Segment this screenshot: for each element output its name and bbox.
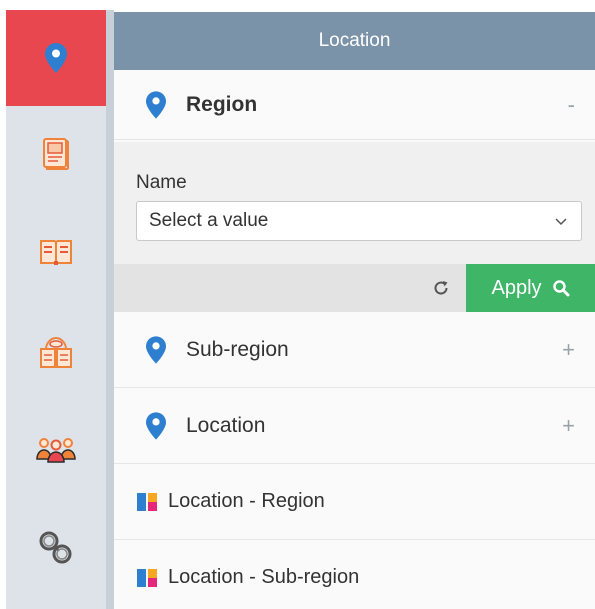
location-section-header[interactable]: Location +: [114, 388, 595, 464]
reset-button[interactable]: [429, 276, 453, 300]
reading-book-icon: [40, 336, 72, 368]
people-group-icon: [36, 438, 76, 463]
location-panel: Location Region - Name Select a value Ap…: [114, 12, 595, 609]
expand-toggle[interactable]: +: [562, 337, 575, 363]
sidebar-item-reading[interactable]: [6, 304, 106, 400]
name-select[interactable]: Select a value: [136, 201, 582, 241]
search-icon: [552, 280, 570, 297]
report-icon: [136, 491, 158, 513]
map-pin-icon: [144, 335, 168, 364]
panel-title: Location: [114, 12, 595, 70]
report-location-subregion[interactable]: Location - Sub-region: [114, 540, 595, 609]
sidebar-item-location[interactable]: [6, 10, 106, 106]
sidebar-item-document[interactable]: [6, 106, 106, 202]
report-icon: [136, 567, 158, 589]
region-section-header[interactable]: Region -: [114, 70, 595, 140]
report-label: Location - Sub-region: [168, 566, 360, 588]
filter-actions: Apply: [114, 264, 595, 312]
location-label: Location: [186, 413, 266, 437]
expand-toggle[interactable]: +: [562, 413, 575, 439]
sidebar-item-justice[interactable]: [6, 500, 106, 596]
sidebar-item-people[interactable]: [6, 402, 106, 498]
select-value: Select a value: [149, 210, 269, 231]
refresh-icon: [434, 281, 448, 295]
report-location-region[interactable]: Location - Region: [114, 464, 595, 540]
book-page-icon: [43, 138, 69, 170]
name-label: Name: [136, 172, 187, 193]
collapse-toggle[interactable]: -: [568, 92, 575, 118]
apply-label: Apply: [491, 276, 542, 299]
handcuffs-icon: [39, 531, 72, 564]
subregion-section-header[interactable]: Sub-region +: [114, 312, 595, 388]
map-pin-icon: [144, 411, 168, 440]
apply-button[interactable]: Apply: [466, 264, 595, 312]
open-book-icon: [40, 240, 72, 266]
region-label: Region: [186, 92, 258, 116]
left-sidebar: [6, 10, 106, 609]
map-pin-icon: [45, 43, 67, 73]
report-label: Location - Region: [168, 490, 325, 512]
map-pin-icon: [144, 90, 168, 119]
sidebar-divider: [106, 10, 114, 609]
region-filter: Name Select a value: [114, 142, 595, 264]
sidebar-item-book[interactable]: [6, 204, 106, 300]
chevron-down-icon: [555, 218, 567, 226]
subregion-label: Sub-region: [186, 337, 289, 361]
